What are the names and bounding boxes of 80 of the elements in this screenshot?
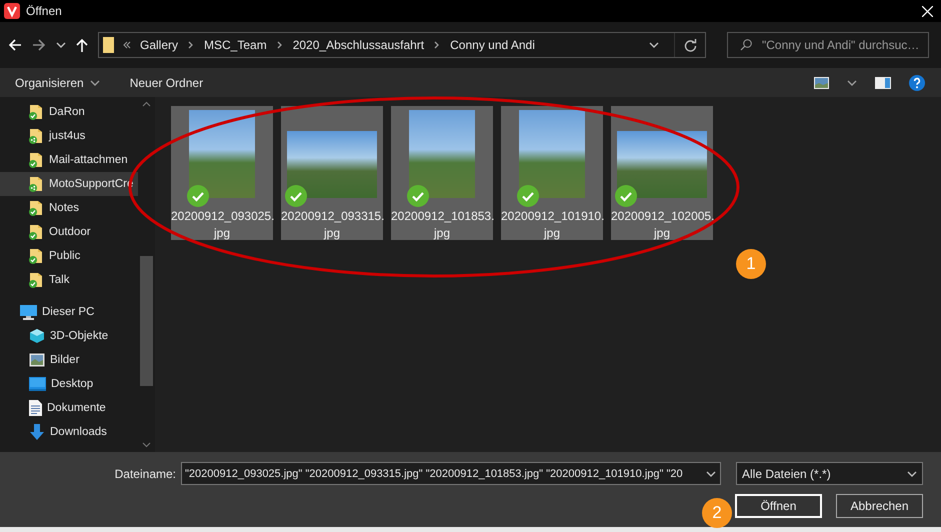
address-bar[interactable]: Gallery MSC_Team 2020_Abschlussausfahrt Conny und Andi	[98, 32, 706, 58]
chevron-icon	[433, 41, 442, 49]
scroll-down-icon[interactable]	[142, 442, 151, 448]
caret-icon[interactable]	[90, 80, 100, 86]
file-tile[interactable]: 20200912_101910.jpg	[501, 106, 603, 240]
view-options-icon[interactable]	[814, 76, 829, 88]
cancel-button[interactable]: Abbrechen	[836, 494, 923, 518]
checkmark-icon	[407, 185, 429, 207]
folder-icon	[28, 152, 44, 168]
breadcrumb[interactable]: Conny und Andi	[450, 38, 535, 52]
new-folder-button[interactable]: Neuer Ordner	[130, 76, 204, 90]
file-name: 20200912_101910.jpg	[501, 208, 603, 242]
checkmark-icon	[615, 185, 637, 207]
breadcrumb[interactable]: MSC_Team	[204, 38, 267, 52]
dropdown-caret-icon[interactable]	[706, 470, 716, 476]
computer-icon	[20, 304, 37, 320]
checkmark-icon	[285, 185, 307, 207]
sidebar-item[interactable]: Public	[0, 244, 138, 268]
organize-menu[interactable]: Organisieren	[15, 76, 100, 90]
preview-pane-icon[interactable]	[875, 76, 891, 88]
file-tile[interactable]: 20200912_093025.jpg	[171, 106, 273, 240]
file-name: 20200912_093315.jpg	[281, 208, 383, 242]
checkmark-icon	[517, 185, 539, 207]
document-icon	[29, 400, 42, 416]
chevron-icon	[187, 41, 196, 49]
chevron-icon	[276, 41, 284, 49]
recent-locations-caret-icon[interactable]	[56, 42, 66, 48]
file-tile[interactable]: 20200912_101853.jpg	[391, 106, 493, 240]
breadcrumb[interactable]: Gallery	[140, 38, 178, 52]
sidebar-item[interactable]: Dokumente	[0, 396, 138, 420]
filename-label: Dateiname:	[114, 466, 176, 480]
folder-icon	[28, 200, 44, 216]
open-button[interactable]: Öffnen	[735, 494, 822, 518]
folder-icon	[28, 176, 44, 192]
scrollbar-thumb[interactable]	[140, 256, 153, 386]
sidebar-item[interactable]: Notes	[0, 196, 138, 220]
back-arrow-icon[interactable]	[8, 39, 22, 51]
sidebar-item[interactable]: 3D-Objekte	[0, 324, 138, 348]
dropdown-caret-icon[interactable]	[907, 470, 917, 476]
folder-icon	[28, 272, 44, 288]
search-icon	[740, 39, 752, 51]
sidebar-item[interactable]: Mail-attachmen	[0, 148, 138, 172]
checkmark-icon	[187, 185, 209, 207]
folder-icon	[28, 248, 44, 264]
forward-arrow-icon[interactable]	[32, 39, 46, 51]
filename-field[interactable]: "20200912_093025.jpg" "20200912_093315.jpg" "20200912_101853.jpg" "20200912_101910.jpg" "20	[181, 462, 721, 485]
file-name: 20200912_093025.jpg	[171, 208, 273, 242]
app-logo-icon	[4, 3, 20, 19]
folder-icon	[103, 37, 114, 53]
folder-icon	[28, 128, 44, 144]
scroll-up-icon[interactable]	[142, 101, 151, 107]
sidebar-item[interactable]: Bilder	[0, 348, 138, 372]
breadcrumb[interactable]: 2020_Abschlussausfahrt	[292, 38, 424, 52]
cube-icon	[29, 328, 45, 344]
file-name: 20200912_102005.jpg	[611, 208, 713, 242]
download-arrow-icon	[29, 424, 45, 440]
sidebar-item[interactable]: Desktop	[0, 372, 138, 396]
picture-icon	[29, 353, 45, 367]
sidebar-item[interactable]: Downloads	[0, 420, 138, 444]
desktop-icon	[29, 377, 46, 391]
folder-icon	[28, 224, 44, 240]
file-type-dropdown[interactable]: Alle Dateien (*.*)	[736, 462, 923, 485]
sidebar-item[interactable]: DaRon	[0, 100, 138, 124]
view-caret-icon[interactable]	[847, 80, 857, 86]
folder-icon	[28, 104, 44, 120]
dropdown-caret-icon[interactable]	[649, 42, 659, 48]
file-tile[interactable]: 20200912_093315.jpg	[281, 106, 383, 240]
file-tile[interactable]: 20200912_102005.jpg	[611, 106, 713, 240]
double-chevron-icon	[123, 41, 131, 49]
close-icon[interactable]	[922, 6, 933, 16]
sidebar-item[interactable]: just4us	[0, 124, 138, 148]
refresh-icon[interactable]	[684, 38, 696, 52]
file-name: 20200912_101853.jpg	[391, 208, 493, 242]
help-icon[interactable]	[909, 74, 925, 90]
search-field[interactable]: "Conny und Andi" durchsuc…	[727, 32, 929, 58]
sidebar-item[interactable]: Dieser PC	[0, 300, 138, 324]
window-title: Öffnen	[26, 4, 63, 18]
up-arrow-icon[interactable]	[76, 38, 88, 52]
sidebar-item[interactable]: Outdoor	[0, 220, 138, 244]
sidebar-item[interactable]: Talk	[0, 268, 138, 292]
